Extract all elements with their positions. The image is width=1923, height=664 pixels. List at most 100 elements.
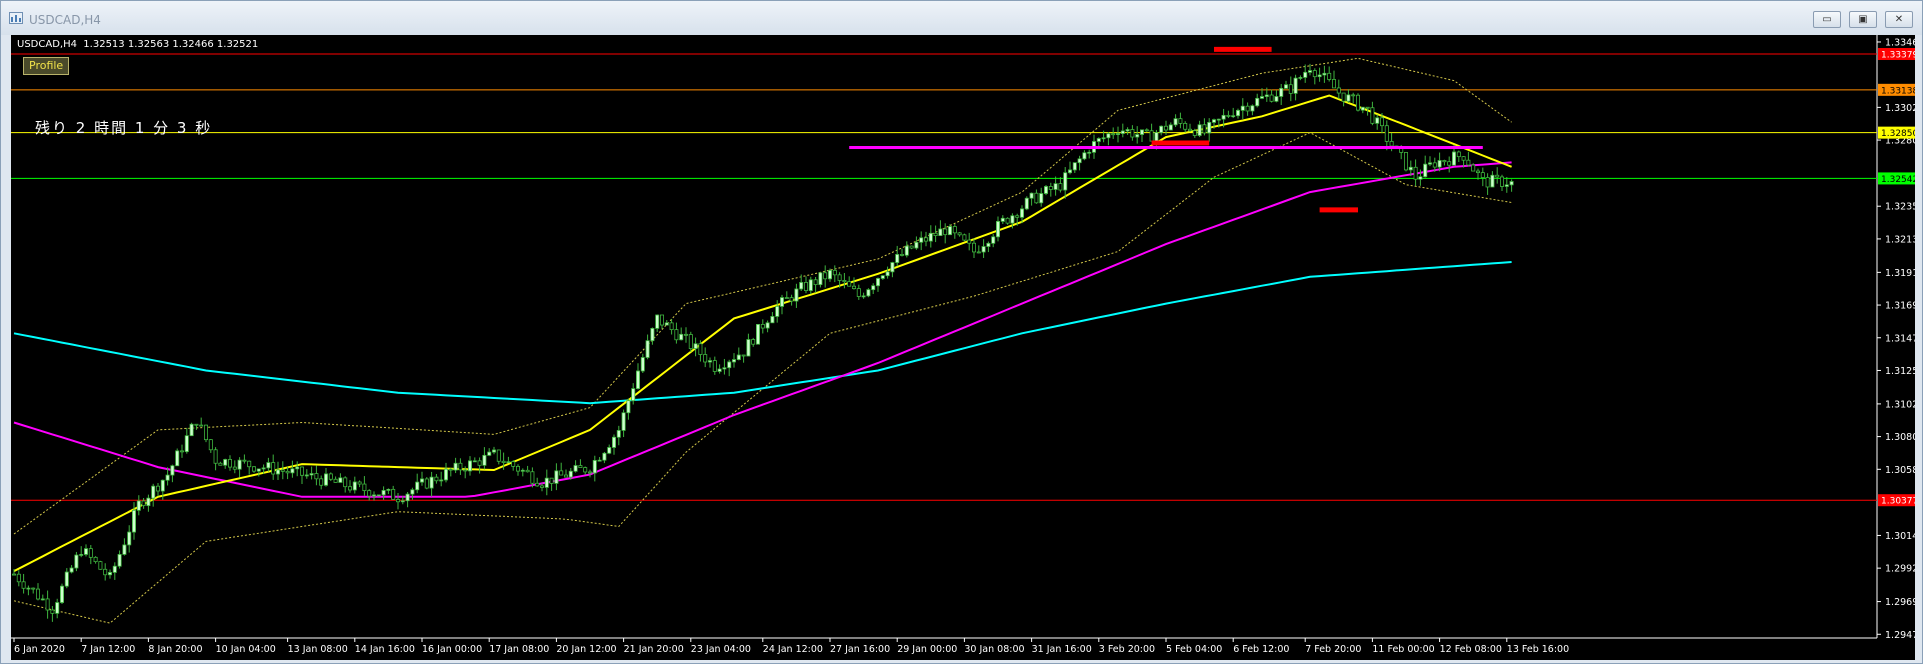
bearish-candle (583, 467, 588, 473)
bullish-candle (612, 436, 617, 448)
bullish-candle (410, 489, 415, 495)
bullish-candle (443, 468, 448, 481)
bearish-candle (847, 281, 852, 287)
bullish-candle (237, 459, 242, 470)
bullish-candle (1236, 109, 1241, 117)
bullish-candle (1423, 163, 1428, 178)
bearish-candle (247, 460, 252, 468)
bullish-candle (151, 485, 156, 499)
bullish-candle (467, 460, 472, 472)
bearish-candle (688, 334, 693, 349)
bearish-candle (477, 460, 482, 466)
bearish-candle (232, 466, 237, 470)
price-tick-label: 1.31690 (1885, 301, 1915, 312)
bullish-candle (948, 226, 953, 236)
bearish-candle (703, 354, 708, 363)
bearish-candle (227, 459, 232, 468)
bearish-candle (424, 478, 429, 489)
bullish-candle (794, 288, 799, 302)
bullish-candle (1212, 119, 1217, 123)
time-tick-label: 16 Jan 00:00 (422, 644, 482, 655)
bullish-candle (69, 567, 74, 573)
minimize-icon: ▭ (1822, 14, 1832, 25)
bullish-candle (876, 278, 881, 287)
bearish-candle (203, 424, 208, 441)
bearish-candle (972, 242, 977, 253)
bullish-candle (1140, 129, 1145, 135)
profile-button[interactable]: Profile (23, 57, 70, 75)
bearish-candle (1442, 160, 1447, 163)
bullish-candle (1360, 106, 1365, 111)
bearish-candle (1288, 84, 1293, 94)
bearish-candle (367, 490, 372, 497)
title-bar[interactable]: USDCAD,H4 ▭ ▣ ✕ (1, 1, 1922, 35)
restore-button[interactable]: ▣ (1849, 11, 1877, 28)
minimize-button[interactable]: ▭ (1813, 11, 1841, 28)
bullish-candle (261, 467, 266, 470)
bullish-candle (631, 388, 636, 402)
bearish-candle (194, 423, 199, 426)
bullish-candle (400, 500, 405, 503)
bearish-candle (496, 449, 501, 462)
bearish-candle (1058, 183, 1063, 191)
bullish-candle (160, 479, 165, 492)
bearish-candle (852, 285, 857, 289)
time-tick-label: 3 Feb 20:00 (1099, 644, 1155, 655)
close-button[interactable]: ✕ (1885, 11, 1913, 28)
bearish-candle (362, 483, 367, 492)
bearish-candle (501, 460, 506, 463)
bearish-candle (1495, 174, 1500, 178)
price-tick-label: 1.29475 (1885, 630, 1915, 641)
bearish-candle (213, 449, 218, 464)
price-tick-label: 1.32135 (1885, 234, 1915, 245)
bullish-candle (122, 544, 127, 555)
bullish-candle (621, 412, 626, 431)
bullish-candle (338, 477, 343, 483)
bullish-candle (708, 360, 713, 363)
bearish-candle (1480, 172, 1485, 178)
bullish-candle (1216, 118, 1221, 121)
bullish-candle (1284, 84, 1289, 89)
bullish-candle (290, 468, 295, 474)
bar-countdown: 残り 2 時間 1 分 3 秒 (35, 119, 213, 137)
bullish-candle (472, 460, 477, 463)
bullish-candle (1044, 186, 1049, 194)
price-chart[interactable]: 1.334601.330201.328001.323551.321351.319… (11, 35, 1915, 660)
bullish-candle (275, 469, 280, 475)
bullish-candle (919, 237, 924, 243)
bullish-candle (108, 572, 113, 576)
bullish-candle (256, 468, 261, 472)
bullish-candle (996, 221, 1001, 238)
bullish-candle (1322, 72, 1327, 76)
bullish-candle (1375, 117, 1380, 124)
time-tick-label: 10 Jan 04:00 (216, 644, 276, 655)
bullish-candle (1029, 192, 1034, 199)
time-tick-label: 8 Jan 20:00 (148, 644, 202, 655)
bullish-candle (679, 333, 684, 341)
bearish-candle (357, 481, 362, 485)
bearish-candle (285, 470, 290, 474)
bearish-candle (391, 488, 396, 500)
bearish-candle (909, 245, 914, 249)
time-tick-label: 17 Jan 08:00 (489, 644, 549, 655)
time-tick-label: 7 Feb 20:00 (1305, 644, 1361, 655)
bullish-candle (84, 548, 89, 555)
bearish-candle (280, 469, 285, 472)
bearish-candle (1188, 128, 1193, 132)
bullish-candle (722, 367, 727, 370)
chart-area[interactable]: 1.334601.330201.328001.323551.321351.319… (11, 35, 1915, 660)
bullish-candle (1154, 132, 1159, 142)
bullish-candle (40, 598, 45, 601)
bearish-candle (1269, 94, 1274, 102)
bullish-candle (1063, 172, 1068, 191)
bullish-candle (64, 571, 69, 587)
price-level-tag-label: 1.33379 (1881, 51, 1915, 61)
price-level-tag-label: 1.32542 (1881, 175, 1915, 185)
bearish-candle (328, 473, 333, 480)
bullish-candle (175, 450, 180, 467)
bullish-candle (415, 481, 420, 491)
bullish-candle (597, 459, 602, 462)
bullish-candle (1279, 87, 1284, 97)
bullish-candle (491, 449, 496, 453)
bearish-candle (957, 232, 962, 236)
